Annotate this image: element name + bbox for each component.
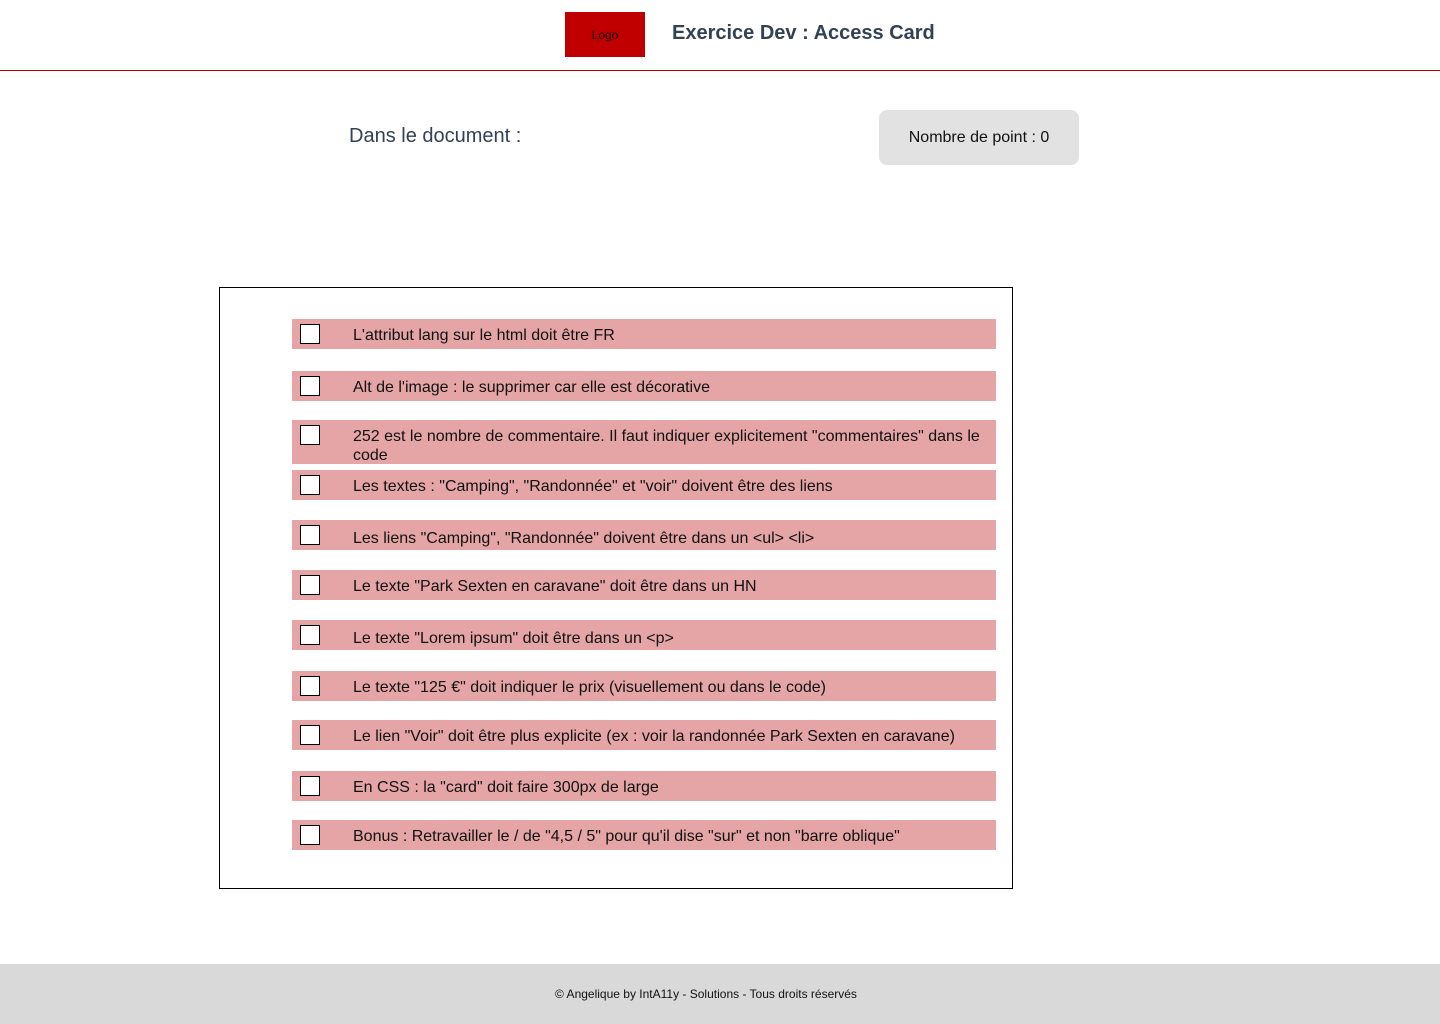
checklist-item-label: 252 est le nombre de commentaire. Il fau… <box>353 428 980 464</box>
checklist-item-label: En CSS : la "card" doit faire 300px de l… <box>353 779 659 796</box>
checkbox[interactable] <box>300 376 320 396</box>
points-counter-text: Nombre de point : 0 <box>908 128 1050 146</box>
checklist-item[interactable]: Le texte "Park Sexten en caravane" doit … <box>292 570 996 600</box>
page-footer: © Angelique by IntA11y - Solutions - Tou… <box>0 964 1440 1024</box>
checkbox[interactable] <box>300 676 320 696</box>
points-counter-badge: Nombre de point : 0 <box>879 110 1079 165</box>
copyright-text: © Angelique by IntA11y - Solutions - Tou… <box>555 987 857 1001</box>
checklist-item[interactable]: L'attribut lang sur le html doit être FR <box>292 319 996 349</box>
checklist-item[interactable]: Bonus : Retravailler le / de "4,5 / 5" p… <box>292 820 996 850</box>
checklist-item[interactable]: Les textes : "Camping", "Randonnée" et "… <box>292 470 996 500</box>
document-label: Dans le document : <box>349 125 522 147</box>
page-title: Exercice Dev : Access Card <box>672 22 935 44</box>
checklist-item-label: Les liens "Camping", "Randonnée" doivent… <box>353 530 815 547</box>
checkbox[interactable] <box>300 825 320 845</box>
checklist-item-label: L'attribut lang sur le html doit être FR <box>353 327 615 344</box>
checklist-panel: L'attribut lang sur le html doit être FR… <box>219 287 1013 889</box>
checkbox[interactable] <box>300 776 320 796</box>
page-header: Logo Exercice Dev : Access Card <box>0 0 1440 71</box>
checkbox[interactable] <box>300 324 320 344</box>
checklist-item[interactable]: 252 est le nombre de commentaire. Il fau… <box>292 420 996 464</box>
checklist-item[interactable]: Alt de l'image : le supprimer car elle e… <box>292 371 996 401</box>
logo: Logo <box>565 12 645 57</box>
checklist-item-label: Le lien "Voir" doit être plus explicite … <box>353 728 955 745</box>
logo-text: Logo <box>591 27 619 42</box>
checklist-item-label: Le texte "125 €" doit indiquer le prix (… <box>353 679 826 696</box>
checklist-item[interactable]: Le texte "Lorem ipsum" doit être dans un… <box>292 620 996 650</box>
checklist-item-label: Les textes : "Camping", "Randonnée" et "… <box>353 478 833 495</box>
checkbox[interactable] <box>300 425 320 445</box>
checklist-item[interactable]: Le texte "125 €" doit indiquer le prix (… <box>292 671 996 701</box>
checklist-item-label: Bonus : Retravailler le / de "4,5 / 5" p… <box>353 828 900 845</box>
checklist-item-label: Alt de l'image : le supprimer car elle e… <box>353 379 710 396</box>
checklist-item-label: Le texte "Lorem ipsum" doit être dans un… <box>353 630 674 647</box>
checkbox[interactable] <box>300 525 320 545</box>
checkbox[interactable] <box>300 625 320 645</box>
checklist-item[interactable]: Le lien "Voir" doit être plus explicite … <box>292 720 996 750</box>
checklist-item-label: Le texte "Park Sexten en caravane" doit … <box>353 578 757 595</box>
checklist-item[interactable]: En CSS : la "card" doit faire 300px de l… <box>292 771 996 801</box>
checkbox[interactable] <box>300 725 320 745</box>
checklist-item[interactable]: Les liens "Camping", "Randonnée" doivent… <box>292 520 996 550</box>
checkbox[interactable] <box>300 475 320 495</box>
checkbox[interactable] <box>300 575 320 595</box>
